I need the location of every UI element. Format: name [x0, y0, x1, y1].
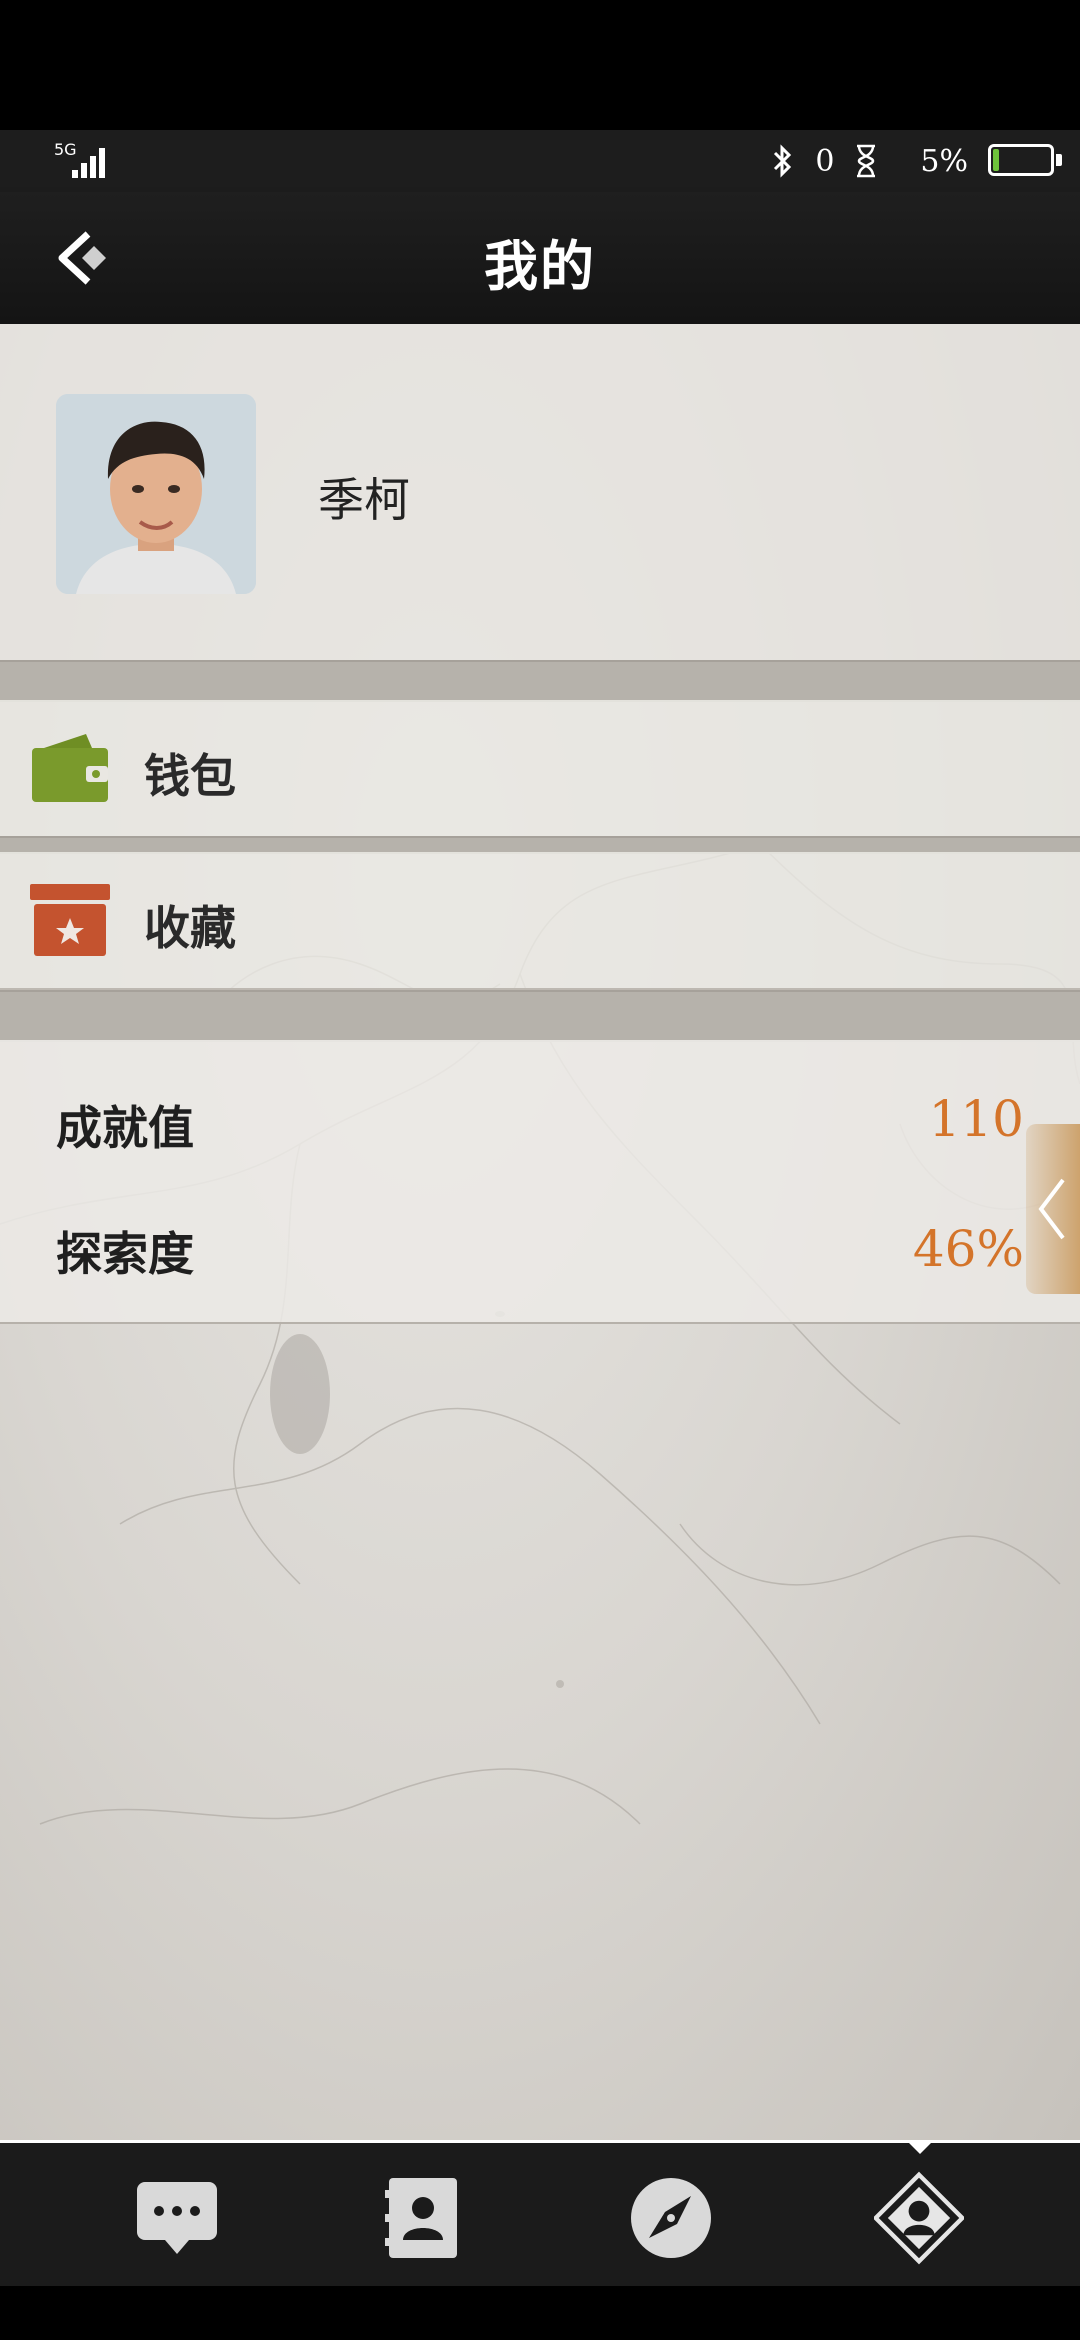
- active-tab-indicator: [906, 2140, 934, 2154]
- battery-icon: [988, 144, 1062, 178]
- section-divider: [0, 660, 1080, 702]
- exploration-label: 探索度: [56, 1227, 194, 1281]
- username: 季柯: [318, 473, 410, 527]
- wallet-icon: [32, 734, 108, 802]
- title-bar: 我的: [0, 192, 1080, 324]
- bottom-black-area: [0, 2286, 1080, 2340]
- signal-icon: [72, 144, 112, 178]
- nav-profile[interactable]: [874, 2171, 964, 2265]
- compass-icon: [631, 2178, 711, 2258]
- avatar[interactable]: [56, 394, 256, 594]
- exploration-value: 46%: [912, 1220, 1024, 1278]
- achievement-label: 成就值: [56, 1101, 194, 1155]
- nav-discover[interactable]: [626, 2173, 716, 2263]
- menu-item-favorites[interactable]: 收藏: [0, 852, 1080, 990]
- nav-messages[interactable]: [132, 2173, 222, 2263]
- avatar-portrait: [56, 394, 256, 594]
- menu-item-label: 钱包: [144, 749, 236, 803]
- side-drawer-handle[interactable]: [1026, 1124, 1080, 1294]
- status-bar: 5G 0 5%: [0, 130, 1080, 192]
- status-right-group: 0 5%: [769, 138, 968, 184]
- menu-item-wallet[interactable]: 钱包: [0, 700, 1080, 838]
- bluetooth-icon: [774, 144, 792, 178]
- hourglass-icon: [857, 144, 876, 178]
- favorites-box-icon: [30, 884, 110, 956]
- section-divider: [0, 990, 1080, 1042]
- top-black-area: [0, 0, 1080, 130]
- achievement-value: 110: [928, 1090, 1024, 1148]
- nav-contacts[interactable]: [378, 2173, 468, 2263]
- contacts-icon: [385, 2178, 457, 2258]
- bottom-nav: [0, 2140, 1080, 2289]
- profile-card[interactable]: 季柯: [0, 324, 1080, 662]
- messages-icon: [137, 2182, 217, 2254]
- page-title: 我的: [484, 234, 596, 298]
- battery-percent: 5%: [920, 143, 968, 179]
- profile-diamond-icon: [874, 2171, 964, 2265]
- stats-card: 成就值 110 探索度 46%: [0, 1040, 1080, 1324]
- chevron-left-icon: [1038, 1178, 1065, 1240]
- menu-item-label: 收藏: [144, 901, 236, 955]
- status-counter: 0: [815, 143, 835, 179]
